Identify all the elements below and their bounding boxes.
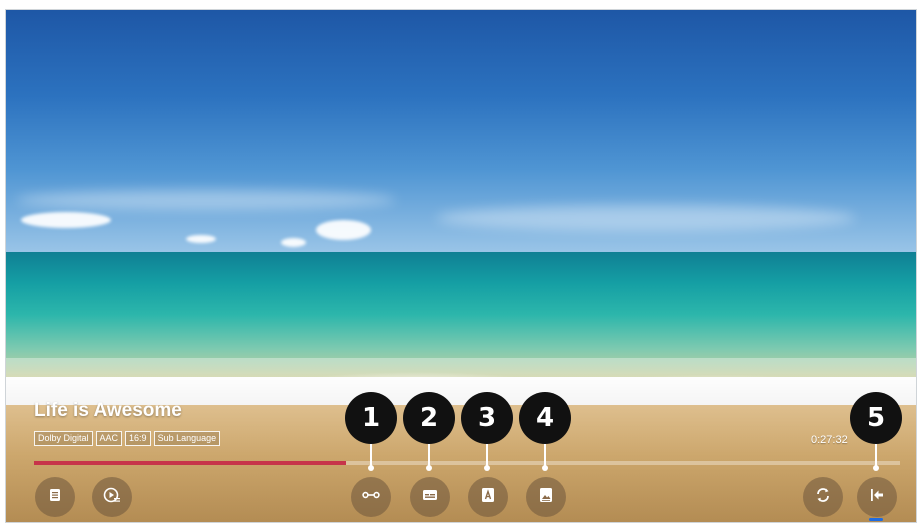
cloud — [21, 212, 111, 228]
progress-fill — [34, 461, 346, 465]
callout-stem — [370, 440, 372, 468]
overlay-shade — [6, 372, 916, 522]
callout-3: 3 — [461, 392, 513, 444]
picture-button[interactable] — [526, 477, 566, 517]
badge-audio-format: Dolby Digital — [34, 431, 93, 446]
callout-pointer — [873, 465, 879, 471]
callout-5: 5 — [850, 392, 902, 444]
play-options-button[interactable] — [92, 477, 132, 517]
cloud — [186, 235, 216, 243]
callout-pointer — [426, 465, 432, 471]
picture-icon — [536, 485, 556, 510]
audio-language-button[interactable] — [468, 477, 508, 517]
badge-aspect-ratio: 16:9 — [125, 431, 151, 446]
callout-4: 4 — [519, 392, 571, 444]
elapsed-time: 0:27:32 — [811, 434, 848, 446]
playlist-button[interactable] — [35, 477, 75, 517]
callout-1: 1 — [345, 392, 397, 444]
video-title: Life is Awesome — [34, 400, 182, 421]
format-badges: Dolby Digital AAC 16:9 Sub Language — [34, 431, 221, 446]
callout-2: 2 — [403, 392, 455, 444]
ab-repeat-button[interactable] — [351, 477, 391, 517]
subtitle-button[interactable] — [410, 477, 450, 517]
subtitle-icon — [420, 485, 440, 510]
repeat-icon — [813, 485, 833, 510]
badge-sub-language: Sub Language — [153, 431, 221, 446]
cloud — [436, 205, 856, 231]
cloud — [16, 190, 396, 210]
callout-stem — [486, 440, 488, 468]
callout-stem — [875, 440, 877, 468]
back-arrow-icon — [867, 485, 887, 510]
ab-icon — [361, 485, 381, 510]
repeat-button[interactable] — [803, 477, 843, 517]
back-button[interactable] — [857, 477, 897, 517]
callout-pointer — [542, 465, 548, 471]
callout-stem — [428, 440, 430, 468]
cloud — [316, 220, 371, 240]
cloud — [281, 238, 306, 247]
audio-language-icon — [478, 485, 498, 510]
callout-pointer — [484, 465, 490, 471]
progress-bar[interactable] — [34, 461, 900, 465]
list-icon — [45, 485, 65, 510]
focus-indicator — [869, 518, 883, 521]
play-settings-icon — [102, 485, 122, 510]
media-player: Life is Awesome Dolby Digital AAC 16:9 S… — [5, 9, 917, 523]
badge-audio-codec: AAC — [95, 431, 123, 446]
callout-pointer — [368, 465, 374, 471]
callout-stem — [544, 440, 546, 468]
